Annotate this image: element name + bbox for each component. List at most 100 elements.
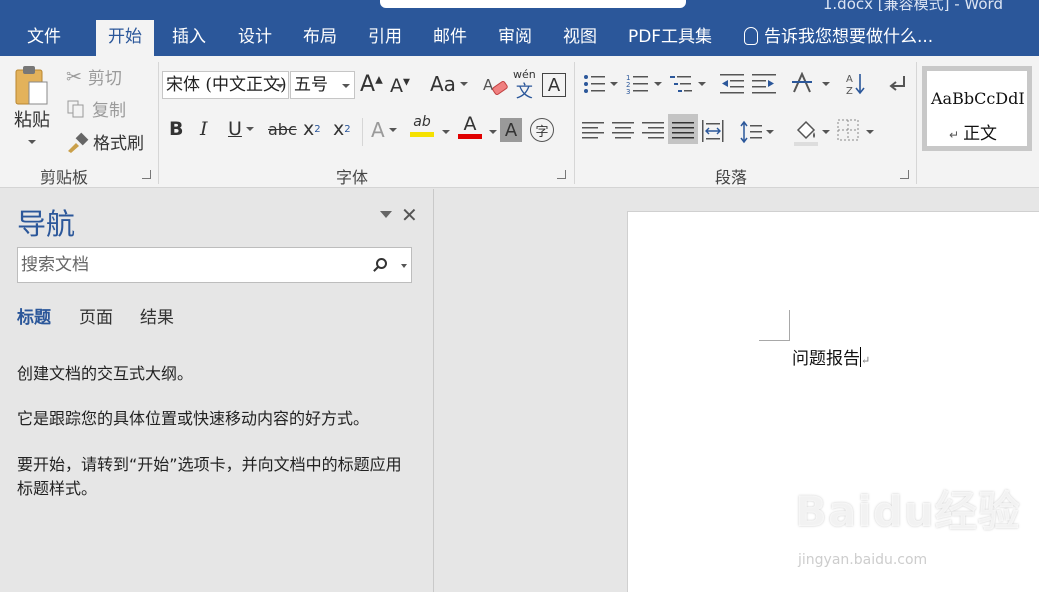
align-left-icon[interactable] (582, 122, 604, 139)
font-name-value: 宋体 (中文正文) (166, 75, 287, 95)
tab-insert[interactable]: 插入 (160, 20, 218, 56)
text-effects-button[interactable]: A (371, 118, 397, 142)
paste-label: 粘贴 (14, 110, 50, 131)
cut-label: 剪切 (87, 69, 122, 89)
numbering-icon[interactable]: 123 (626, 74, 662, 96)
cut-button[interactable]: ✂ 剪切 (66, 64, 122, 90)
tab-mailings[interactable]: 邮件 (421, 20, 479, 56)
chinese-layout-icon[interactable] (792, 72, 830, 93)
nav-tab-pages[interactable]: 页面 (79, 303, 113, 328)
paste-dropdown-icon[interactable] (28, 140, 36, 144)
scissors-icon: ✂ (66, 65, 82, 88)
bullets-icon[interactable] (584, 75, 618, 93)
chevron-down-icon (276, 84, 284, 88)
nav-tab-results[interactable]: 结果 (140, 303, 174, 328)
show-marks-icon[interactable] (889, 76, 905, 91)
nav-tab-headings[interactable]: 标题 (17, 303, 51, 328)
lightbulb-icon (744, 27, 758, 45)
strikethrough-icon: abc (268, 120, 297, 139)
pane-options-icon[interactable] (380, 211, 392, 218)
margin-corner-mark (759, 310, 790, 341)
subscript-icon: x (303, 118, 315, 140)
close-icon[interactable]: ✕ (401, 203, 418, 227)
font-size-combo[interactable]: 五号 (290, 71, 355, 99)
bold-icon: B (169, 118, 184, 140)
chevron-down-icon (388, 128, 397, 132)
superscript-icon: x (333, 118, 345, 140)
tell-me-text: 告诉我您想要做什么... (764, 27, 934, 47)
paragraph-mark-icon: ↵ (861, 354, 871, 367)
clipboard-launcher-icon[interactable] (142, 170, 151, 179)
multilevel-list-icon[interactable] (670, 76, 706, 92)
change-case-button[interactable]: Aa (430, 72, 468, 96)
subscript-mark: 2 (314, 123, 321, 135)
window-title: 1.docx [兼容模式] - Word (822, 0, 1003, 13)
nav-help-text: 它是跟踪您的具体位置或快速移动内容的好方式。 (17, 409, 370, 428)
group-divider (158, 62, 159, 184)
tab-home[interactable]: 开始 (96, 20, 154, 56)
align-right-icon[interactable] (642, 122, 664, 139)
chevron-down-icon (245, 127, 254, 131)
nav-help-text: 创建文档的交互式大纲。 (17, 364, 194, 383)
superscript-mark: 2 (344, 123, 351, 135)
italic-button[interactable]: I (200, 118, 208, 140)
strikethrough-button[interactable]: abc (268, 120, 297, 139)
tab-design[interactable]: 设计 (226, 20, 284, 56)
subscript-button[interactable]: x2 (303, 118, 321, 140)
quick-access-toolbar[interactable] (380, 0, 686, 8)
tab-view[interactable]: 视图 (551, 20, 609, 56)
font-group-label: 字体 (336, 168, 369, 187)
font-name-combo[interactable]: 宋体 (中文正文) (162, 71, 289, 99)
paste-button[interactable]: 粘贴 (12, 64, 52, 144)
increase-indent-icon[interactable] (752, 74, 776, 94)
eraser-icon: A (483, 76, 508, 96)
tab-file[interactable]: 文件 (0, 20, 88, 56)
format-painter-button[interactable]: 格式刷 (66, 129, 144, 154)
decrease-indent-icon[interactable] (720, 74, 744, 94)
svg-text:Z: Z (846, 86, 853, 97)
highlight-color-bar (410, 132, 434, 137)
format-painter-label: 格式刷 (93, 134, 144, 154)
search-icon[interactable] (376, 258, 387, 269)
highlight-button[interactable]: ab (410, 114, 434, 137)
nav-search-input[interactable] (18, 248, 368, 282)
underline-button[interactable]: U (228, 118, 254, 140)
tell-me-box[interactable]: 告诉我您想要做什么... (744, 20, 933, 56)
line-spacing-icon[interactable] (740, 120, 774, 144)
grow-font-button[interactable]: A▲ (360, 72, 383, 97)
copy-button[interactable]: 复制 (66, 96, 126, 121)
document-paragraph: 问题报告 (792, 349, 860, 369)
highlight-dropdown-icon[interactable] (442, 130, 450, 134)
enclose-characters-button[interactable]: 字 (530, 118, 554, 142)
justify-icon[interactable] (668, 114, 698, 144)
document-body-text[interactable]: 问题报告↵ (792, 344, 870, 369)
highlighter-icon: ab (413, 114, 431, 130)
font-launcher-icon[interactable] (557, 170, 566, 179)
shrink-font-button[interactable]: A▼ (390, 75, 410, 97)
chevron-down-icon[interactable] (401, 264, 407, 268)
sort-icon[interactable]: AZ (846, 74, 865, 97)
phonetic-guide-button[interactable]: wén 文 (513, 68, 536, 102)
phonetic-bottom-label: 文 (515, 82, 533, 102)
superscript-button[interactable]: x2 (333, 118, 351, 140)
group-divider (916, 62, 917, 184)
borders-icon[interactable] (837, 119, 874, 141)
tab-layout[interactable]: 布局 (291, 20, 349, 56)
character-border-button[interactable]: A (542, 73, 566, 97)
distributed-icon[interactable] (702, 120, 724, 142)
tab-pdf-tools[interactable]: PDF工具集 (618, 20, 722, 56)
tab-review[interactable]: 审阅 (486, 20, 544, 56)
paragraph-tools: 123 AZ (582, 72, 905, 146)
font-color-button[interactable]: A (458, 114, 482, 139)
align-center-icon[interactable] (612, 122, 634, 139)
paragraph-launcher-icon[interactable] (900, 170, 909, 179)
font-color-dropdown-icon[interactable] (489, 130, 497, 134)
shading-icon[interactable] (794, 120, 830, 146)
character-shading-button[interactable]: A (500, 118, 522, 142)
tab-references[interactable]: 引用 (356, 20, 414, 56)
bold-button[interactable]: B (169, 118, 183, 140)
style-normal[interactable]: AaBbCcDdI ↵ 正文 (922, 66, 1032, 151)
ribbon-tab-row: 文件 开始 插入 设计 布局 引用 邮件 审阅 视图 PDF工具集 告诉我您想要… (0, 20, 1039, 56)
clear-formatting-button[interactable]: A (483, 74, 509, 98)
paragraph-group-label: 段落 (715, 168, 748, 187)
